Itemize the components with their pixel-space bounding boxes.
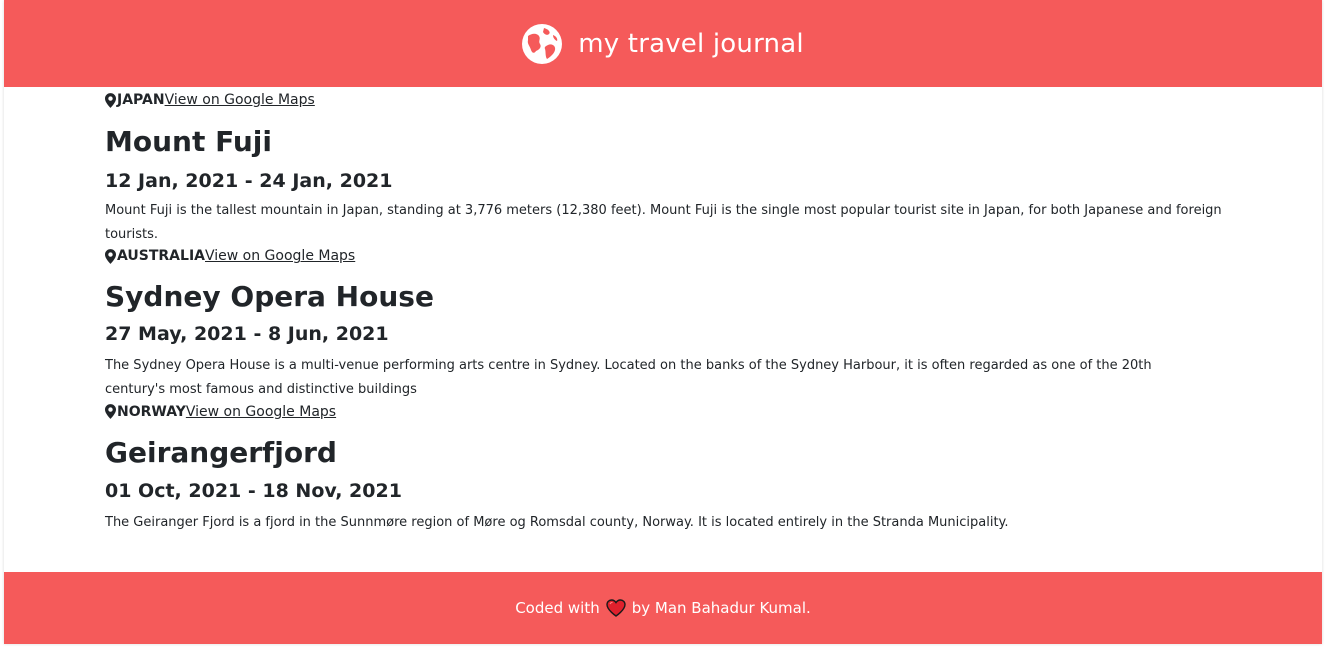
page-title: my travel journal bbox=[578, 28, 804, 59]
country-label: NORWAY bbox=[117, 403, 186, 420]
globe-icon bbox=[522, 23, 563, 64]
site-footer: Coded with by Man Bahadur Kumal. bbox=[4, 572, 1322, 644]
location-row: JAPAN View on Google Maps bbox=[105, 88, 1245, 112]
brand: my travel journal bbox=[522, 23, 804, 64]
country-label: JAPAN bbox=[117, 92, 165, 108]
entry-title: Mount Fuji bbox=[105, 125, 272, 158]
map-pin-icon bbox=[105, 404, 116, 420]
entry-description: The Sydney Opera House is a multi-venue … bbox=[105, 357, 1152, 397]
map-pin-icon bbox=[105, 92, 116, 108]
location-row: AUSTRALIA View on Google Maps bbox=[105, 244, 1245, 268]
entry-description: The Geiranger Fjord is a fjord in the Su… bbox=[105, 515, 1009, 531]
journal-entry: JAPAN View on Google Maps Mount Fuji 12 … bbox=[105, 88, 1245, 247]
journal-entry: AUSTRALIA View on Google Maps Sydney Ope… bbox=[105, 244, 1245, 401]
map-pin-icon bbox=[105, 249, 116, 264]
entry-dates: 27 May, 2021 - 8 Jun, 2021 bbox=[105, 322, 389, 345]
entry-dates: 01 Oct, 2021 - 18 Nov, 2021 bbox=[105, 480, 402, 503]
entry-dates: 12 Jan, 2021 - 24 Jan, 2021 bbox=[105, 169, 393, 192]
heart-icon bbox=[606, 599, 626, 617]
journal-list: JAPAN View on Google Maps Mount Fuji 12 … bbox=[105, 87, 1245, 535]
journal-entry: NORWAY View on Google Maps Geirangerfjor… bbox=[105, 400, 1245, 535]
google-maps-link[interactable]: View on Google Maps bbox=[186, 404, 336, 420]
entry-title: Geirangerfjord bbox=[105, 435, 337, 469]
entry-description: Mount Fuji is the tallest mountain in Ja… bbox=[105, 203, 1222, 243]
entry-title: Sydney Opera House bbox=[105, 280, 434, 314]
site-header: my travel journal bbox=[4, 0, 1322, 87]
footer-prefix: Coded with bbox=[515, 599, 600, 617]
google-maps-link[interactable]: View on Google Maps bbox=[205, 248, 355, 264]
google-maps-link[interactable]: View on Google Maps bbox=[165, 92, 315, 108]
location-row: NORWAY View on Google Maps bbox=[105, 400, 1245, 424]
country-label: AUSTRALIA bbox=[117, 248, 205, 265]
footer-credit: by Man Bahadur Kumal. bbox=[631, 599, 811, 617]
